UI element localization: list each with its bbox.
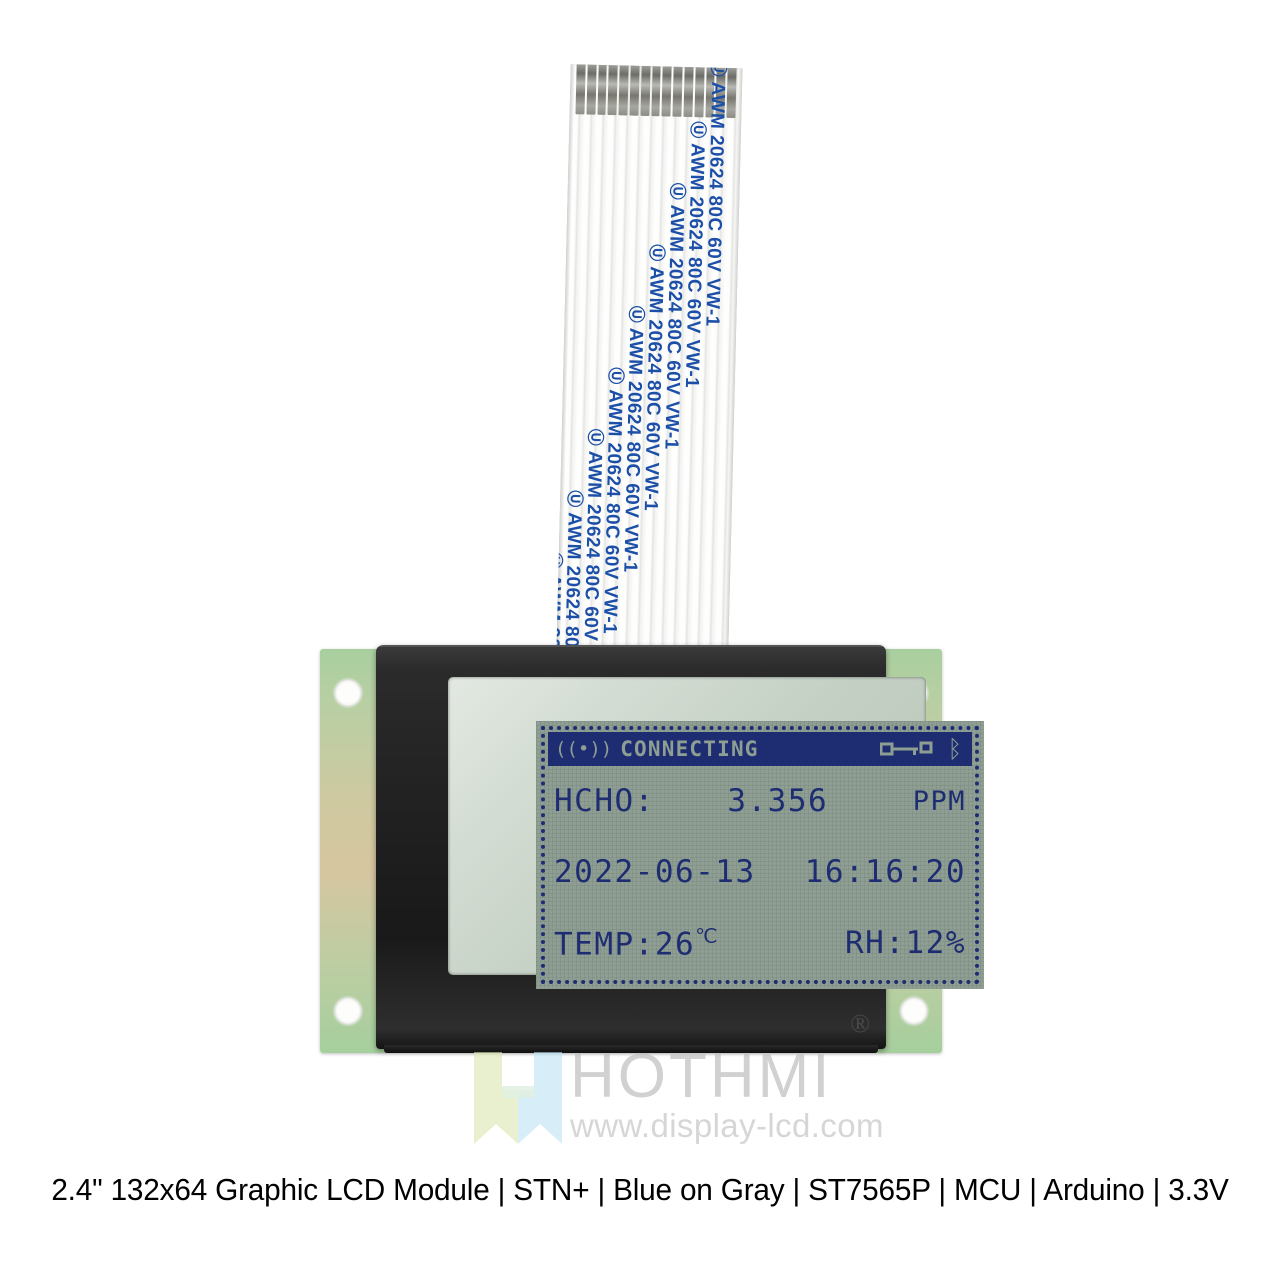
screen-content: ((•)) CONNECTING ᛒ HCHO: 3.356 PPM 2022-… [548,732,972,978]
trademark-mark: ® [850,1009,870,1038]
product-photo-canvas: Ⓤ AWM 20624 80C 60V VW-1 Ⓤ AWM 20624 80C … [0,0,1280,1280]
bezel-bottom-lip [384,1045,878,1053]
environment-row: TEMP:26℃ RH:12% [548,907,972,978]
temperature-value: 26 [654,925,696,962]
ribbon-ul-markings: Ⓤ AWM 20624 80C 60V VW-1 Ⓤ AWM 20624 80C … [556,64,743,668]
lcd-status-bar: ((•)) CONNECTING ᛒ [548,732,972,766]
date-value: 2022-06-13 [554,854,756,890]
ffc-ribbon-cable: Ⓤ AWM 20624 80C 60V VW-1 Ⓤ AWM 20624 80C … [556,64,743,669]
temperature-label: TEMP: [554,925,655,962]
connection-status-label: CONNECTING [620,737,759,761]
lcd-module: ® ((•)) CONNECTING ᛒ HCHO: 3.356 PPM 202… [320,645,984,1057]
time-value: 16:16:20 [804,854,966,890]
lcd-glass: ((•)) CONNECTING ᛒ HCHO: 3.356 PPM 2022-… [448,677,984,989]
product-caption: 2.4" 132x64 Graphic LCD Module | STN+ | … [51,1172,1229,1207]
mounting-hole-bottom-right [900,997,928,1025]
hcho-label: HCHO: [554,783,655,820]
hcho-reading-row: HCHO: 3.356 PPM [548,766,972,837]
module-bezel: ® ((•)) CONNECTING ᛒ HCHO: 3.356 PPM 202… [376,645,984,1053]
watermark-text: HOTHMI www.display-lcd.com [570,1044,936,1145]
mounting-hole-bottom-left [334,997,362,1025]
usb-icon [879,741,936,757]
temperature-reading: TEMP:26℃ [554,924,719,962]
hothmi-logo-icon [466,1046,570,1150]
temperature-unit: ℃ [695,923,720,948]
watermark: HOTHMI www.display-lcd.com [466,1044,936,1156]
mounting-hole-top-left [334,679,362,707]
hcho-unit: PPM [912,785,966,817]
humidity-reading: RH:12% [845,924,966,961]
datetime-row: 2022-06-13 16:16:20 [548,837,972,908]
bluetooth-icon: ᛒ [947,735,963,763]
hcho-value: 3.356 [727,783,829,820]
lcd-screen: ((•)) CONNECTING ᛒ HCHO: 3.356 PPM 2022-… [536,721,984,989]
signal-icon: ((•)) [555,738,613,760]
website-url: www.display-lcd.com [570,1107,884,1145]
